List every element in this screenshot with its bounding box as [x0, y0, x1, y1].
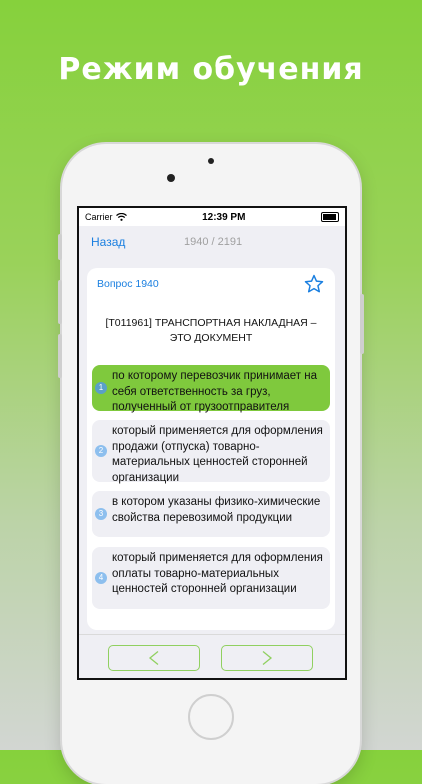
phone-frame: Carrier 12:39 PM Назад 1940 / 2191 Вопро… [58, 144, 364, 784]
wifi-icon [115, 213, 127, 221]
bottom-toolbar [79, 634, 345, 678]
volume-up-button [58, 280, 62, 324]
chevron-right-icon [262, 650, 273, 666]
speaker [208, 158, 214, 164]
mute-switch [58, 234, 62, 260]
answer-option-1[interactable]: 1 по которому перевозчик принимает на се… [92, 365, 330, 413]
headline: Режим обучения [58, 52, 364, 87]
answer-number-badge: 1 [95, 382, 107, 394]
answer-number-badge: 4 [95, 572, 107, 584]
answer-text: который применяется для оформления прода… [112, 425, 323, 484]
answer-number-badge: 2 [95, 445, 107, 457]
battery-icon [321, 212, 339, 222]
question-counter: 1940 / 2191 [184, 236, 243, 248]
previous-question-button[interactable] [108, 645, 200, 671]
answer-number-badge: 3 [95, 508, 107, 520]
answer-text: который применяется для оформления оплат… [112, 552, 323, 595]
question-text: [T011961] ТРАНСПОРТНАЯ НАКЛАДНАЯ – ЭТО Д… [105, 317, 317, 344]
carrier-label: Carrier [85, 212, 113, 222]
back-button[interactable]: Назад [91, 235, 125, 249]
answer-text: в котором указаны физико-химические свой… [112, 496, 321, 524]
power-button [360, 294, 364, 354]
question-card: Вопрос 1940 [T011961] ТРАНСПОРТНАЯ НАКЛА… [87, 268, 335, 630]
chevron-left-icon [148, 650, 159, 666]
answer-option-2[interactable]: 2 который применяется для оформления про… [92, 420, 330, 484]
app-screen: Carrier 12:39 PM Назад 1940 / 2191 Вопро… [77, 206, 347, 680]
answer-text: по которому перевозчик принимает на себя… [112, 370, 317, 413]
front-camera [167, 174, 175, 182]
next-question-button[interactable] [221, 645, 313, 671]
volume-down-button [58, 334, 62, 378]
question-number: Вопрос 1940 [97, 278, 159, 290]
star-outline-icon[interactable] [303, 273, 325, 295]
answer-option-4[interactable]: 4 который применяется для оформления опл… [92, 547, 330, 609]
navigation-bar: Назад 1940 / 2191 [79, 226, 345, 258]
clock: 12:39 PM [202, 211, 246, 223]
answer-option-3[interactable]: 3 в котором указаны физико-химические св… [92, 491, 330, 537]
status-bar: Carrier 12:39 PM [79, 208, 345, 226]
home-button[interactable] [188, 694, 234, 740]
